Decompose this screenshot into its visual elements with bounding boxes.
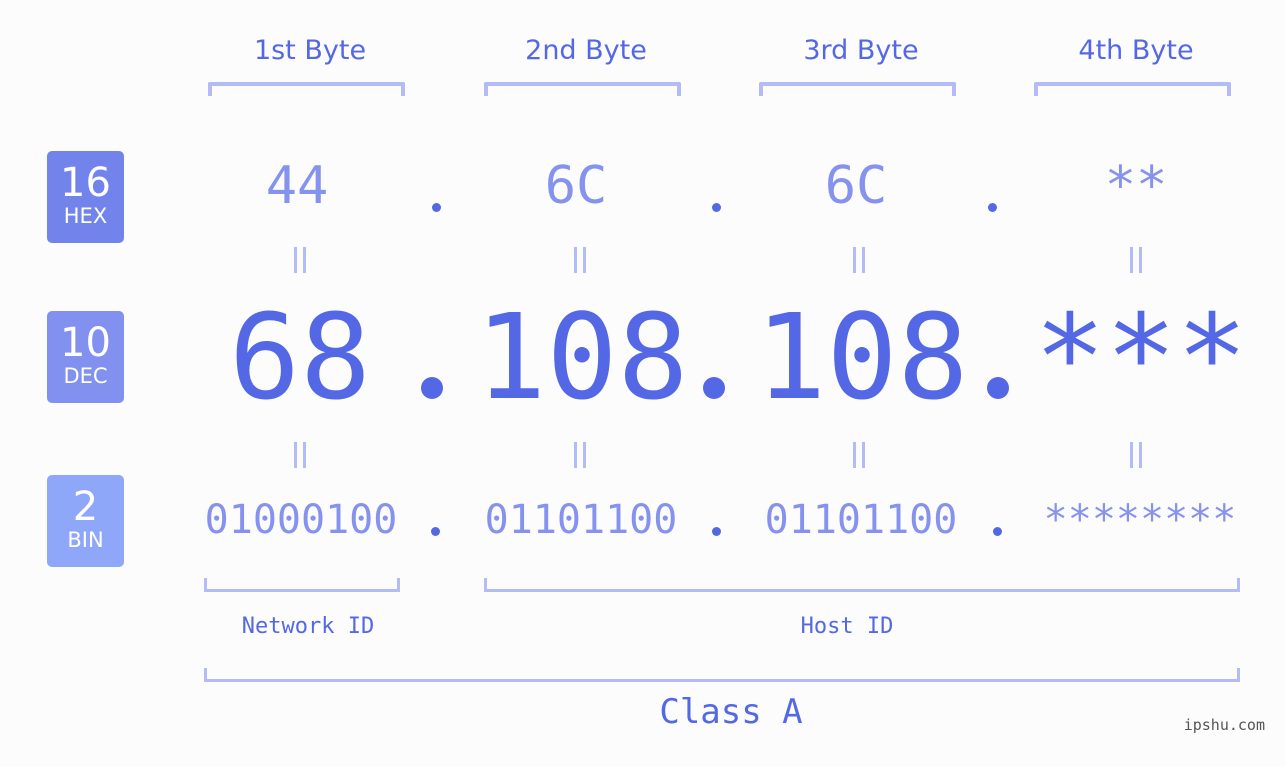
hex-separator-dot-3 (988, 203, 997, 212)
dec-byte-1: 68 (228, 288, 372, 426)
hex-base-label: HEX (63, 204, 108, 228)
class-label: Class A (659, 692, 803, 732)
equals-icon (574, 442, 586, 468)
byte-header-2: 2nd Byte (525, 35, 647, 66)
dec-byte-4: *** (1034, 288, 1248, 426)
hex-badge: 16 HEX (47, 151, 124, 243)
byte-header-4: 4th Byte (1078, 35, 1194, 66)
dec-base-number: 10 (60, 320, 111, 366)
network-id-bracket (204, 578, 400, 592)
dec-byte-3: 108 (755, 288, 969, 426)
bin-byte-3: 01101100 (764, 497, 958, 543)
byte-header-1: 1st Byte (253, 35, 367, 66)
byte-bracket-4 (1034, 82, 1231, 96)
hex-base-number: 16 (60, 160, 111, 206)
dec-base-label: DEC (63, 364, 108, 388)
dec-separator-dot-1 (421, 377, 443, 399)
dec-separator-dot-3 (987, 377, 1009, 399)
hex-byte-4: ** (1104, 156, 1168, 216)
hex-separator-dot-2 (712, 203, 721, 212)
bin-byte-2: 01101100 (484, 497, 678, 543)
host-id-bracket (484, 578, 1240, 592)
equals-icon (574, 247, 586, 273)
hex-byte-1: 44 (265, 156, 329, 216)
byte-header-3: 3rd Byte (803, 35, 919, 66)
bin-byte-1: 01000100 (204, 497, 398, 543)
bin-badge: 2 BIN (47, 475, 124, 567)
dec-badge: 10 DEC (47, 311, 124, 403)
bin-separator-dot-3 (993, 527, 1002, 536)
equals-icon (294, 247, 306, 273)
network-id-label: Network ID (241, 614, 375, 639)
equals-icon (1130, 247, 1142, 273)
equals-icon (1130, 442, 1142, 468)
dec-separator-dot-2 (703, 377, 725, 399)
bin-base-label: BIN (67, 528, 104, 552)
equals-icon (294, 442, 306, 468)
hex-byte-2: 6C (544, 156, 608, 216)
byte-bracket-2 (484, 82, 681, 96)
dec-byte-2: 108 (475, 288, 689, 426)
bin-base-number: 2 (72, 484, 99, 530)
host-id-label: Host ID (800, 614, 894, 639)
equals-icon (853, 442, 865, 468)
bin-byte-4: ******** (1043, 497, 1237, 543)
class-bracket (204, 668, 1240, 682)
byte-bracket-3 (759, 82, 956, 96)
hex-separator-dot-1 (432, 203, 441, 212)
byte-bracket-1 (208, 82, 405, 96)
equals-icon (853, 247, 865, 273)
bin-separator-dot-2 (712, 527, 721, 536)
watermark: ipshu.com (1183, 716, 1265, 734)
bin-separator-dot-1 (431, 527, 440, 536)
hex-byte-3: 6C (824, 156, 888, 216)
